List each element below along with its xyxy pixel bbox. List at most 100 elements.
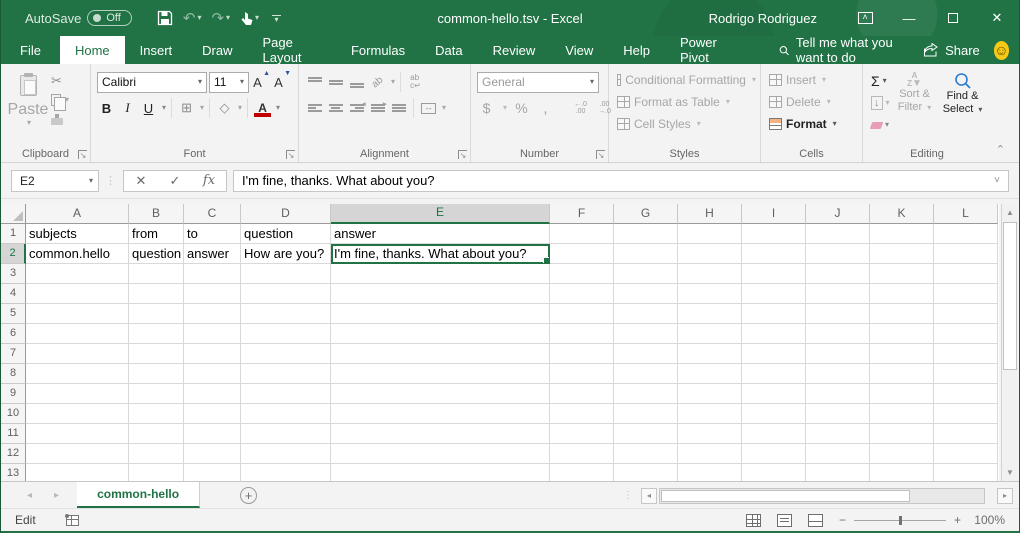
cell-D7[interactable] [241, 344, 331, 364]
hscroll-thumb[interactable] [661, 490, 910, 502]
cell-D1[interactable]: question [241, 224, 331, 244]
cell-K1[interactable] [870, 224, 934, 244]
row-header-10[interactable]: 10 [1, 404, 26, 424]
tab-insert[interactable]: Insert [125, 36, 188, 64]
cell-I4[interactable] [742, 284, 806, 304]
close-button[interactable]: ✕ [975, 0, 1019, 36]
feedback-smiley-icon[interactable]: ☺ [994, 41, 1009, 60]
align-middle-button[interactable] [326, 72, 345, 93]
cell-K4[interactable] [870, 284, 934, 304]
cell-H8[interactable] [678, 364, 742, 384]
column-header-L[interactable]: L [934, 204, 998, 224]
cell-F9[interactable] [550, 384, 614, 404]
underline-button[interactable]: U [139, 98, 158, 119]
autosave-toggle[interactable]: AutoSave Off [25, 10, 132, 26]
cell-G4[interactable] [614, 284, 678, 304]
cell-L6[interactable] [934, 324, 998, 344]
cell-styles-button[interactable]: Cell Styles▾ [617, 113, 756, 135]
fill-color-button[interactable]: ◇ [215, 98, 234, 119]
font-color-button[interactable]: A [253, 98, 272, 119]
cell-I10[interactable] [742, 404, 806, 424]
zoom-in-button[interactable]: + [954, 513, 961, 527]
cell-L2[interactable] [934, 244, 998, 264]
redo-dropdown-caret[interactable]: ▾ [226, 14, 230, 22]
row-header-7[interactable]: 7 [1, 344, 26, 364]
cell-E2[interactable]: I'm fine, thanks. What about you? [331, 244, 550, 264]
cell-E8[interactable] [331, 364, 550, 384]
cell-B4[interactable] [129, 284, 184, 304]
cell-H4[interactable] [678, 284, 742, 304]
bold-button[interactable]: B [97, 98, 116, 119]
tell-me-box[interactable]: Tell me what you want to do [779, 36, 924, 64]
select-all-corner[interactable] [1, 204, 26, 224]
find-select-button[interactable]: Find & Select ▾ [940, 69, 986, 135]
cut-button[interactable]: ✂ [51, 73, 86, 89]
alignment-dialog-launcher[interactable]: ↘ [458, 150, 467, 159]
cell-L3[interactable] [934, 264, 998, 284]
cell-L10[interactable] [934, 404, 998, 424]
cell-L9[interactable] [934, 384, 998, 404]
cell-D2[interactable]: How are you? [241, 244, 331, 264]
cell-F5[interactable] [550, 304, 614, 324]
cell-H7[interactable] [678, 344, 742, 364]
cell-H3[interactable] [678, 264, 742, 284]
number-format-dropdown[interactable]: General▾ [477, 72, 599, 93]
cell-K7[interactable] [870, 344, 934, 364]
touch-mouse-mode-button[interactable]: ▾ [237, 9, 262, 28]
prev-sheet-button[interactable]: ◂ [27, 490, 32, 501]
cell-I8[interactable] [742, 364, 806, 384]
hscroll-right-arrow[interactable]: ▸ [997, 488, 1013, 504]
cell-C11[interactable] [184, 424, 241, 444]
cell-E9[interactable] [331, 384, 550, 404]
cell-D13[interactable] [241, 464, 331, 481]
cell-J7[interactable] [806, 344, 870, 364]
cell-I5[interactable] [742, 304, 806, 324]
column-header-J[interactable]: J [806, 204, 870, 224]
cell-F3[interactable] [550, 264, 614, 284]
sheet-tab-common-hello[interactable]: common-hello [77, 482, 200, 508]
clipboard-dialog-launcher[interactable]: ↘ [78, 150, 87, 159]
cell-H11[interactable] [678, 424, 742, 444]
normal-view-button[interactable] [746, 514, 761, 527]
cell-A4[interactable] [26, 284, 129, 304]
cell-F10[interactable] [550, 404, 614, 424]
cell-C3[interactable] [184, 264, 241, 284]
fill-button[interactable]: ↓▾ [871, 93, 890, 113]
cell-I2[interactable] [742, 244, 806, 264]
cell-H13[interactable] [678, 464, 742, 481]
scroll-up-arrow[interactable]: ▲ [1002, 204, 1018, 221]
cell-E11[interactable] [331, 424, 550, 444]
row-header-9[interactable]: 9 [1, 384, 26, 404]
cell-E6[interactable] [331, 324, 550, 344]
column-header-A[interactable]: A [26, 204, 129, 224]
cell-G2[interactable] [614, 244, 678, 264]
cell-G5[interactable] [614, 304, 678, 324]
row-header-1[interactable]: 1 [1, 224, 26, 244]
cell-A8[interactable] [26, 364, 129, 384]
cell-C6[interactable] [184, 324, 241, 344]
column-header-D[interactable]: D [241, 204, 331, 224]
cell-G7[interactable] [614, 344, 678, 364]
align-center-button[interactable] [326, 98, 345, 119]
column-header-E[interactable]: E [331, 204, 550, 224]
cell-D12[interactable] [241, 444, 331, 464]
column-header-I[interactable]: I [742, 204, 806, 224]
cell-E12[interactable] [331, 444, 550, 464]
comma-format-button[interactable]: , [536, 98, 555, 119]
align-top-button[interactable] [305, 72, 324, 93]
tab-power-pivot[interactable]: Power Pivot [665, 36, 751, 64]
cell-E5[interactable] [331, 304, 550, 324]
row-header-12[interactable]: 12 [1, 444, 26, 464]
tab-home[interactable]: Home [60, 36, 125, 64]
cell-I6[interactable] [742, 324, 806, 344]
conditional-formatting-button[interactable]: Conditional Formatting▾ [617, 69, 756, 91]
cell-G12[interactable] [614, 444, 678, 464]
column-header-B[interactable]: B [129, 204, 184, 224]
redo-button[interactable]: ↷▾ [208, 9, 233, 28]
cell-C9[interactable] [184, 384, 241, 404]
touch-mode-caret[interactable]: ▾ [255, 14, 259, 22]
cell-A3[interactable] [26, 264, 129, 284]
cell-E13[interactable] [331, 464, 550, 481]
borders-caret[interactable]: ▾ [200, 104, 204, 112]
vertical-scroll-thumb[interactable] [1003, 222, 1017, 370]
